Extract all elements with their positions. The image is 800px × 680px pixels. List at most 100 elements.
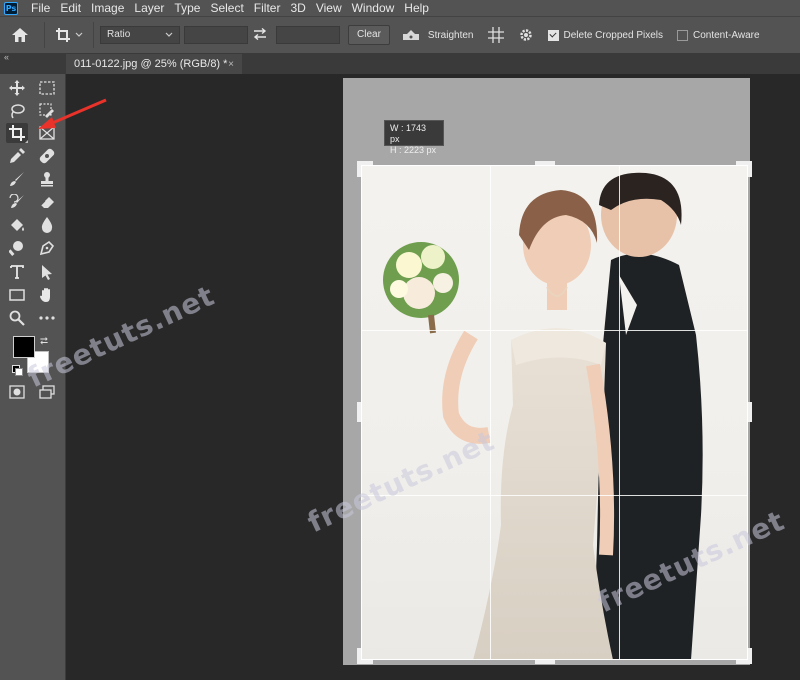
- move-icon: [9, 80, 25, 96]
- collapse-panel-icon[interactable]: «: [4, 52, 9, 62]
- options-bar: Ratio Clear Straighten Delete Cropped Pi…: [0, 16, 800, 54]
- delete-cropped-pixels-checkbox[interactable]: Delete Cropped Pixels: [547, 29, 664, 41]
- move-tool[interactable]: [6, 78, 28, 98]
- dodge-icon: [9, 241, 23, 256]
- crop-bounding-box[interactable]: [361, 165, 748, 660]
- crop-handle-bottom-right[interactable]: [748, 648, 752, 664]
- crop-settings-button[interactable]: [518, 27, 534, 43]
- lasso-icon: [11, 104, 25, 119]
- checkbox-checked-icon: [547, 29, 559, 41]
- swap-colors-icon[interactable]: ⮂: [40, 336, 48, 347]
- droplet-icon: [41, 217, 53, 233]
- quick-mask-button[interactable]: [6, 382, 28, 402]
- pen-tool[interactable]: [36, 238, 58, 258]
- straighten-icon: [402, 30, 419, 40]
- eyedropper-tool[interactable]: [6, 146, 28, 166]
- object-selection-tool[interactable]: [36, 101, 58, 121]
- height-label: H :: [390, 145, 402, 155]
- document-tab[interactable]: 011-0122.jpg @ 25% (RGB/8) * ×: [66, 54, 242, 74]
- menu-window[interactable]: Window: [347, 0, 400, 16]
- paint-bucket-tool[interactable]: [6, 215, 28, 235]
- hand-icon: [40, 288, 50, 302]
- ratio-width-input[interactable]: [184, 26, 248, 44]
- clone-stamp-tool[interactable]: [36, 169, 58, 189]
- crop-handle-top-left[interactable]: [357, 161, 361, 177]
- ratio-select-value: Ratio: [107, 29, 131, 40]
- canvas-workspace[interactable]: W : 1743 px H : 2223 px: [66, 74, 800, 680]
- crop-handle-bottom-left[interactable]: [357, 648, 361, 664]
- rectangular-marquee-icon: [39, 81, 55, 95]
- dodge-tool[interactable]: [6, 238, 28, 258]
- swap-dimensions-button[interactable]: [248, 27, 272, 43]
- crop-dimensions-tooltip: W : 1743 px H : 2223 px: [384, 120, 444, 155]
- menu-select[interactable]: Select: [205, 0, 248, 16]
- menu-file[interactable]: File: [26, 0, 55, 16]
- menu-view[interactable]: View: [311, 0, 347, 16]
- rectangle-tool[interactable]: [6, 285, 28, 305]
- eraser-tool[interactable]: [36, 192, 58, 212]
- menu-type[interactable]: Type: [169, 0, 205, 16]
- crop-handle-top[interactable]: [535, 161, 555, 165]
- type-icon: [10, 265, 24, 279]
- crop-handle-right[interactable]: [748, 402, 752, 422]
- crop-icon: [56, 28, 70, 42]
- ratio-select[interactable]: Ratio: [100, 26, 180, 44]
- magnifier-icon: [9, 310, 25, 326]
- stamp-icon: [41, 172, 53, 187]
- brush-tool[interactable]: [6, 169, 28, 189]
- healing-brush-tool[interactable]: [36, 146, 58, 166]
- menu-3d[interactable]: 3D: [285, 0, 310, 16]
- bandage-icon: [39, 148, 55, 164]
- type-tool[interactable]: [6, 262, 28, 282]
- foreground-color-swatch[interactable]: [13, 336, 35, 358]
- crop-tool-preset[interactable]: [49, 27, 89, 43]
- overlay-options-button[interactable]: [487, 27, 504, 43]
- clear-button[interactable]: Clear: [348, 25, 390, 45]
- menu-bar: Ps File Edit Image Layer Type Select Fil…: [0, 0, 800, 16]
- menu-image[interactable]: Image: [86, 0, 129, 16]
- document-tab-title: 011-0122.jpg @ 25% (RGB/8) *: [74, 58, 228, 70]
- marquee-tool[interactable]: [36, 78, 58, 98]
- crop-handle-left[interactable]: [357, 402, 361, 422]
- menu-help[interactable]: Help: [399, 0, 434, 16]
- home-button[interactable]: [0, 17, 40, 53]
- crop-handle-bottom[interactable]: [535, 660, 555, 664]
- arrow-pointer-icon: [42, 265, 52, 280]
- delete-cropped-pixels-label: Delete Cropped Pixels: [563, 29, 664, 41]
- history-brush-tool[interactable]: [6, 192, 28, 212]
- edit-toolbar-button[interactable]: [36, 308, 58, 328]
- gear-icon: [519, 29, 532, 41]
- menu-filter[interactable]: Filter: [249, 0, 286, 16]
- checkbox-unchecked-icon: [677, 29, 688, 41]
- zoom-tool[interactable]: [6, 308, 28, 328]
- photoshop-logo: Ps: [4, 1, 18, 15]
- ratio-height-input[interactable]: [276, 26, 340, 44]
- crop-tool[interactable]: [6, 123, 28, 143]
- brush-icon: [10, 172, 24, 186]
- eraser-icon: [40, 197, 54, 208]
- lasso-tool[interactable]: [6, 101, 28, 121]
- straighten-button[interactable]: Straighten: [402, 29, 474, 41]
- paint-bucket-icon: [11, 219, 24, 231]
- content-aware-label: Content-Aware: [693, 29, 760, 41]
- hand-tool[interactable]: [36, 285, 58, 305]
- crop-icon: [9, 125, 25, 141]
- frame-tool[interactable]: [36, 123, 58, 143]
- straighten-label: Straighten: [427, 29, 474, 41]
- blur-tool[interactable]: [36, 215, 58, 235]
- chevron-down-icon: [75, 32, 83, 37]
- more-icon: [39, 316, 55, 320]
- menu-layer[interactable]: Layer: [129, 0, 169, 16]
- default-colors-icon[interactable]: [12, 365, 23, 376]
- divider: [93, 22, 94, 48]
- path-selection-tool[interactable]: [36, 262, 58, 282]
- close-icon[interactable]: ×: [228, 59, 234, 70]
- quick-mask-icon: [9, 385, 25, 399]
- eyedropper-icon: [10, 148, 25, 163]
- tool-group-indicator: [25, 140, 28, 143]
- content-aware-checkbox[interactable]: Content-Aware: [677, 29, 760, 41]
- divider: [44, 22, 45, 48]
- crop-handle-top-right[interactable]: [748, 161, 752, 177]
- menu-edit[interactable]: Edit: [55, 0, 86, 16]
- height-value: 2223 px: [404, 145, 437, 155]
